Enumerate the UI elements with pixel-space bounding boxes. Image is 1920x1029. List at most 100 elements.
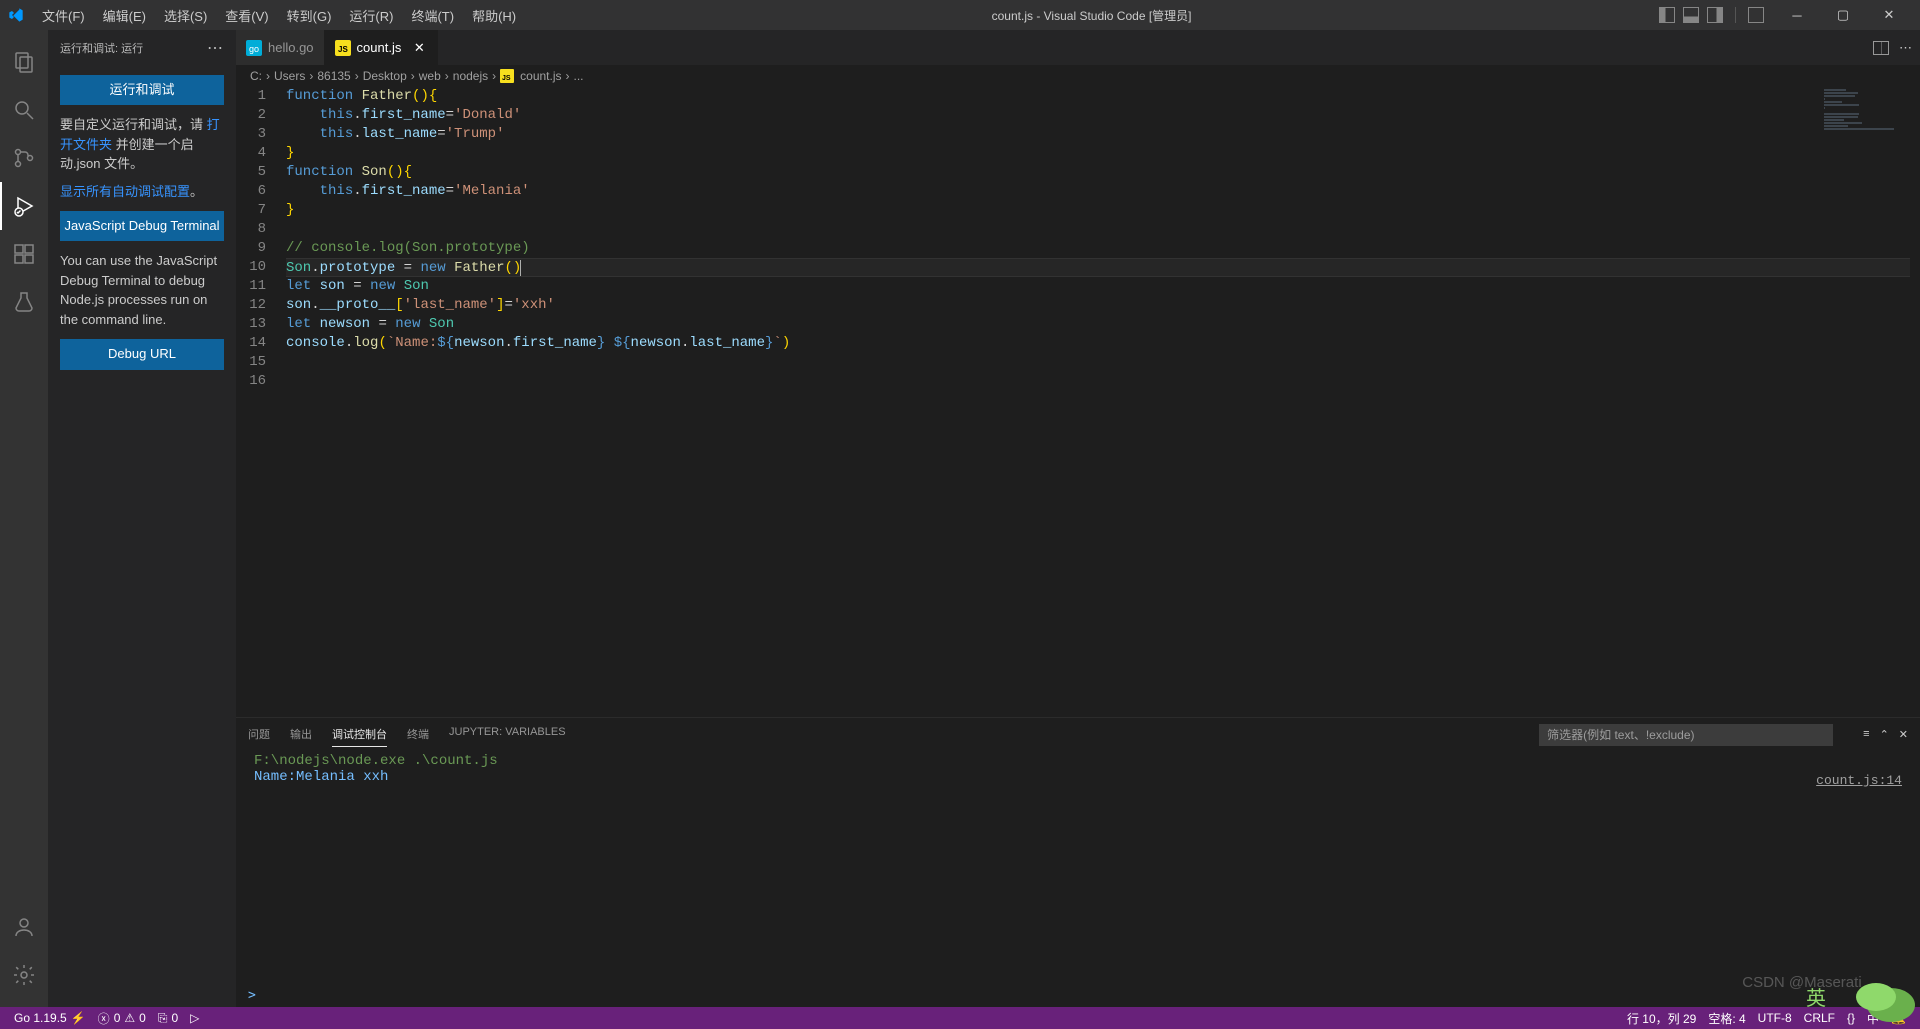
sidebar-header: 运行和调试: 运行 ⋯ xyxy=(48,30,236,65)
code-line[interactable]: this.first_name='Melania' xyxy=(286,182,1910,201)
debug-console-body[interactable]: F:\nodejs\node.exe .\count.js Name:Melan… xyxy=(236,751,1920,983)
console-source-location[interactable]: count.js:14 xyxy=(1816,773,1902,788)
menubar-item[interactable]: 转到(G) xyxy=(279,2,340,29)
close-button[interactable]: ✕ xyxy=(1866,0,1912,30)
code-line[interactable]: son.__proto__['last_name']='xxh' xyxy=(286,296,1910,315)
status-go-version[interactable]: Go 1.19.5 ⚡ xyxy=(8,1011,92,1025)
line-number: 13 xyxy=(236,315,266,334)
activitybar-test[interactable] xyxy=(0,278,48,326)
sidebar-run-debug: 运行和调试: 运行 ⋯ 运行和调试 要自定义运行和调试，请 打开文件夹 并创建一… xyxy=(48,30,236,1007)
menubar-item[interactable]: 编辑(E) xyxy=(95,2,154,29)
status-ime[interactable]: 中 xyxy=(1861,1010,1885,1027)
lang-braces-icon: {} xyxy=(1847,1011,1855,1025)
menubar-item[interactable]: 查看(V) xyxy=(217,2,276,29)
js-debug-terminal-button[interactable]: JavaScript Debug Terminal xyxy=(60,211,224,241)
breadcrumb-item[interactable]: ... xyxy=(574,69,584,83)
split-editor-icon[interactable] xyxy=(1873,41,1889,55)
lightning-icon: ⚡ xyxy=(71,1011,86,1025)
run-and-debug-button[interactable]: 运行和调试 xyxy=(60,75,224,105)
panel-settings-icon[interactable]: ≡ xyxy=(1863,728,1869,741)
status-cursor-position[interactable]: 行 10，列 29 xyxy=(1621,1010,1702,1027)
panel-tab[interactable]: 调试控制台 xyxy=(332,722,387,747)
code-line[interactable]: this.last_name='Trump' xyxy=(286,125,1910,144)
menubar-item[interactable]: 文件(F) xyxy=(34,2,93,29)
code-line[interactable]: // console.log(Son.prototype) xyxy=(286,239,1910,258)
breadcrumb-item[interactable]: Users xyxy=(274,69,305,83)
breadcrumb-item[interactable]: Desktop xyxy=(363,69,407,83)
status-problems[interactable]: ⓧ0 ⚠0 xyxy=(92,1010,152,1027)
editor-pane[interactable]: 12345678910111213141516 function Father(… xyxy=(236,87,1920,717)
menubar-item[interactable]: 帮助(H) xyxy=(464,2,524,29)
breadcrumb-item[interactable]: count.js xyxy=(520,69,561,83)
panel-tab[interactable]: 终端 xyxy=(407,722,429,747)
svg-text:JS: JS xyxy=(502,75,511,82)
activitybar-run-debug[interactable] xyxy=(0,182,48,230)
maximize-button[interactable]: ▢ xyxy=(1820,0,1866,30)
code-line[interactable]: function Son(){ xyxy=(286,163,1910,182)
status-language-mode[interactable]: {} xyxy=(1841,1011,1861,1025)
layout-panel-left-icon[interactable] xyxy=(1659,7,1675,23)
line-number: 4 xyxy=(236,144,266,163)
tab-label: count.js xyxy=(357,40,402,55)
more-actions-icon[interactable]: ⋯ xyxy=(1899,40,1912,56)
activitybar-settings[interactable] xyxy=(0,951,48,999)
code-line[interactable]: function Father(){ xyxy=(286,87,1910,106)
breadcrumbs[interactable]: C:›Users›86135›Desktop›web›nodejs›JScoun… xyxy=(236,65,1920,87)
code-line[interactable] xyxy=(286,353,1910,372)
debug-url-button[interactable]: Debug URL xyxy=(60,339,224,369)
console-filter-input[interactable] xyxy=(1539,724,1833,746)
code-line[interactable]: let newson = new Son xyxy=(286,315,1910,334)
status-encoding[interactable]: UTF-8 xyxy=(1752,1011,1798,1025)
breadcrumb-item[interactable]: nodejs xyxy=(453,69,488,83)
code-line[interactable]: console.log(`Name:${newson.first_name} $… xyxy=(286,334,1910,353)
layout-panel-right-icon[interactable] xyxy=(1707,7,1723,23)
code-area[interactable]: function Father(){ this.first_name='Dona… xyxy=(286,87,1920,717)
menubar-item[interactable]: 终端(T) xyxy=(403,2,462,29)
panel-tab[interactable]: 问题 xyxy=(248,722,270,747)
editor-tab[interactable]: gohello.go xyxy=(236,30,325,65)
line-number: 3 xyxy=(236,125,266,144)
show-all-configs-link[interactable]: 显示所有自动调试配置 xyxy=(60,184,190,199)
status-ports[interactable]: ⎘0 xyxy=(152,1011,184,1026)
code-line[interactable]: let son = new Son xyxy=(286,277,1910,296)
breadcrumb-item[interactable]: 86135 xyxy=(317,69,350,83)
breadcrumb-item[interactable]: web xyxy=(419,69,441,83)
chevron-right-icon: › xyxy=(355,69,359,83)
customize-layout-icon[interactable] xyxy=(1748,7,1764,23)
code-line[interactable]: Son.prototype = new Father() xyxy=(286,258,1910,277)
layout-panel-bottom-icon[interactable] xyxy=(1683,7,1699,23)
activitybar-scm[interactable] xyxy=(0,134,48,182)
console-input-row[interactable]: > xyxy=(236,983,1920,1007)
code-line[interactable]: } xyxy=(286,144,1910,163)
status-notifications[interactable]: 🔔 xyxy=(1885,1011,1912,1025)
activitybar-accounts[interactable] xyxy=(0,903,48,951)
status-debug-target[interactable]: ▷ xyxy=(184,1011,205,1025)
activitybar xyxy=(0,30,48,1007)
more-icon[interactable]: ⋯ xyxy=(207,38,224,58)
panel-tab[interactable]: 输出 xyxy=(290,722,312,747)
line-gutter: 12345678910111213141516 xyxy=(236,87,286,717)
close-icon[interactable]: ✕ xyxy=(411,40,427,56)
status-indentation[interactable]: 空格: 4 xyxy=(1702,1010,1751,1027)
panel-tab[interactable]: JUPYTER: VARIABLES xyxy=(449,722,566,747)
breadcrumb-item[interactable]: C: xyxy=(250,69,262,83)
activitybar-extensions[interactable] xyxy=(0,230,48,278)
console-output-result: Name:Melania xxh xyxy=(254,769,1902,785)
activitybar-search[interactable] xyxy=(0,86,48,134)
code-line[interactable] xyxy=(286,220,1910,239)
status-eol[interactable]: CRLF xyxy=(1798,1011,1841,1025)
minimize-button[interactable]: ─ xyxy=(1774,0,1820,30)
code-line[interactable] xyxy=(286,372,1910,391)
panel: 问题输出调试控制台终端 JUPYTER: VARIABLES ≡ ⌃ ✕ F:\n… xyxy=(236,717,1920,1007)
panel-close-icon[interactable]: ✕ xyxy=(1899,728,1908,741)
panel-collapse-icon[interactable]: ⌃ xyxy=(1880,728,1889,741)
activitybar-explorer[interactable] xyxy=(0,38,48,86)
bell-icon: 🔔 xyxy=(1891,1011,1906,1025)
menubar-item[interactable]: 运行(R) xyxy=(341,2,401,29)
code-line[interactable]: this.first_name='Donald' xyxy=(286,106,1910,125)
chevron-right-icon: › xyxy=(309,69,313,83)
help-prefix: 要自定义运行和调试，请 xyxy=(60,117,203,132)
menubar-item[interactable]: 选择(S) xyxy=(156,2,215,29)
code-line[interactable]: } xyxy=(286,201,1910,220)
editor-tab[interactable]: JScount.js✕ xyxy=(325,30,439,65)
